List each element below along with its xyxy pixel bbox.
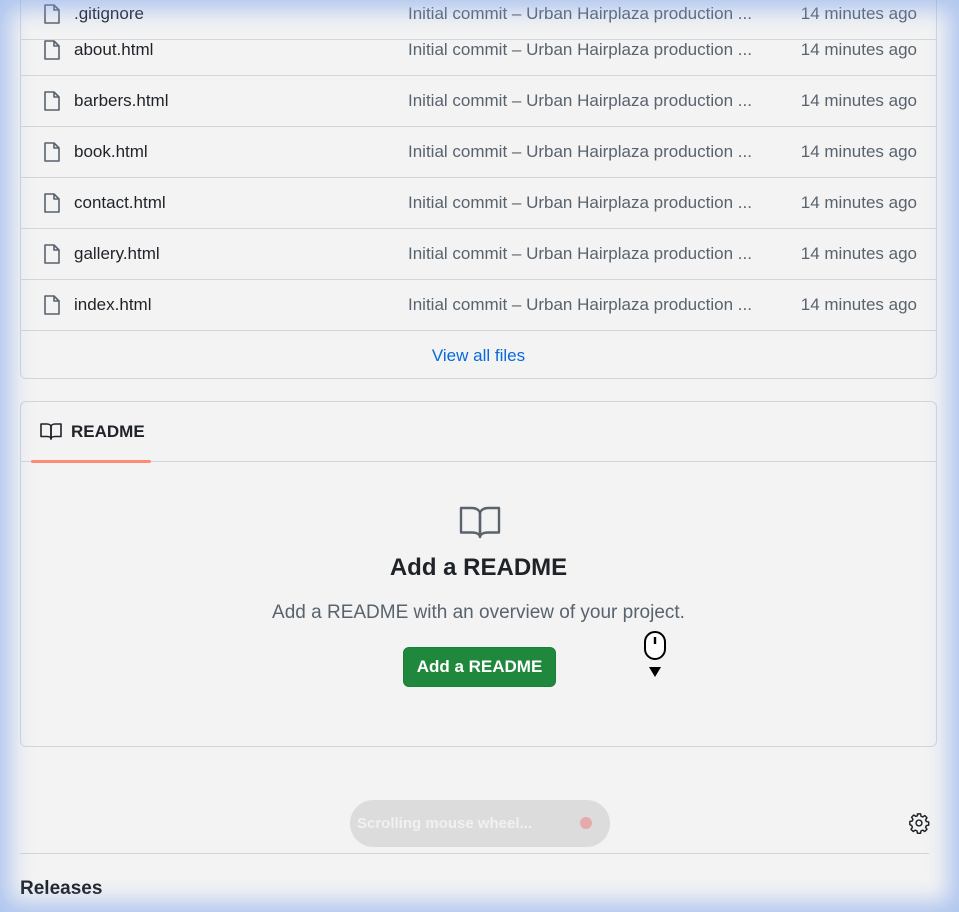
commit-message-link[interactable]: Initial commit – Urban Hairplaza product… xyxy=(408,280,766,330)
commit-message-link[interactable]: Initial commit – Urban Hairplaza product… xyxy=(408,127,766,177)
recording-dot xyxy=(580,817,592,829)
readme-tabbar: README xyxy=(21,402,936,463)
scroll-toast-text: Scrolling mouse wheel... xyxy=(357,815,533,832)
file-name-link[interactable]: about.html xyxy=(74,25,153,75)
commit-message-link[interactable]: Initial commit – Urban Hairplaza product… xyxy=(408,76,766,126)
mouse-scroll-icon xyxy=(644,631,666,677)
commit-time: 14 minutes ago xyxy=(800,193,917,212)
file-name-link[interactable]: gallery.html xyxy=(74,229,160,279)
file-name-link[interactable]: index.html xyxy=(74,280,151,330)
file-name-link[interactable]: book.html xyxy=(74,127,148,177)
commit-time: 14 minutes ago xyxy=(800,91,917,110)
commit-time: 14 minutes ago xyxy=(800,40,917,59)
add-readme-button[interactable]: Add a README xyxy=(403,647,556,687)
tab-readme[interactable]: README xyxy=(31,402,151,463)
file-icon xyxy=(44,40,60,60)
file-row[interactable]: about.html Initial commit – Urban Hairpl… xyxy=(21,25,936,76)
commit-message-link[interactable]: Initial commit – Urban Hairplaza product… xyxy=(408,229,766,279)
file-list: .gitignore Initial commit – Urban Hairpl… xyxy=(20,0,937,379)
releases-heading[interactable]: Releases xyxy=(20,878,102,900)
file-row[interactable]: contact.html Initial commit – Urban Hair… xyxy=(21,178,936,229)
file-name-link[interactable]: barbers.html xyxy=(74,76,168,126)
tab-readme-label: README xyxy=(71,422,145,441)
commit-time: 14 minutes ago xyxy=(800,142,917,161)
readme-empty-description: Add a README with an overview of your pr… xyxy=(272,602,685,623)
file-icon xyxy=(44,295,60,315)
scroll-toast: Scrolling mouse wheel... xyxy=(350,800,610,847)
active-tab-underline xyxy=(31,460,151,463)
book-icon xyxy=(40,423,62,440)
file-row[interactable]: book.html Initial commit – Urban Hairpla… xyxy=(21,127,936,178)
file-icon xyxy=(44,244,60,264)
file-icon xyxy=(44,193,60,213)
file-row[interactable]: gallery.html Initial commit – Urban Hair… xyxy=(21,229,936,280)
readme-empty-heading: Add a README xyxy=(389,554,568,581)
file-icon xyxy=(44,4,60,24)
book-icon xyxy=(459,506,501,539)
file-name-link[interactable]: contact.html xyxy=(74,178,166,228)
file-row[interactable]: index.html Initial commit – Urban Hairpl… xyxy=(21,280,936,331)
file-icon xyxy=(44,91,60,111)
section-divider xyxy=(20,853,929,854)
commit-message-link[interactable]: Initial commit – Urban Hairplaza product… xyxy=(408,178,766,228)
view-all-files-link[interactable]: View all files xyxy=(21,331,936,378)
gear-icon[interactable] xyxy=(908,812,930,834)
commit-message-link[interactable]: Initial commit – Urban Hairplaza product… xyxy=(408,25,766,75)
file-row[interactable]: barbers.html Initial commit – Urban Hair… xyxy=(21,76,936,127)
commit-time: 14 minutes ago xyxy=(800,295,917,314)
readme-panel: README Add a README Add a README with an… xyxy=(20,401,937,747)
commit-time: 14 minutes ago xyxy=(800,244,917,263)
file-icon xyxy=(44,142,60,162)
